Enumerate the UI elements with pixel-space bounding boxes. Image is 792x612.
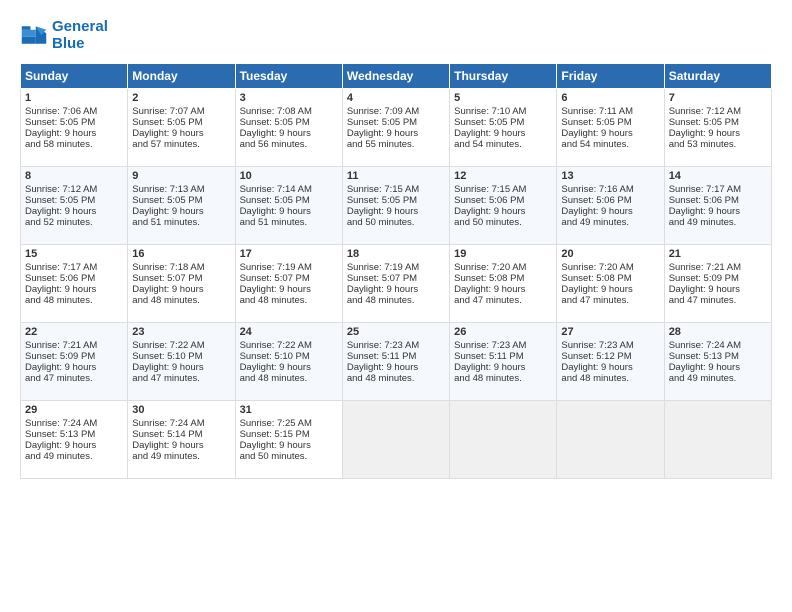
day-number: 13 (561, 170, 659, 182)
day-number: 6 (561, 92, 659, 104)
calendar-cell: 16Sunrise: 7:18 AMSunset: 5:07 PMDayligh… (128, 244, 235, 322)
day-number: 11 (347, 170, 445, 182)
calendar-cell (557, 400, 664, 478)
day-number: 15 (25, 248, 123, 260)
calendar-cell: 6Sunrise: 7:11 AMSunset: 5:05 PMDaylight… (557, 88, 664, 166)
calendar-cell (450, 400, 557, 478)
calendar-cell: 15Sunrise: 7:17 AMSunset: 5:06 PMDayligh… (21, 244, 128, 322)
calendar-cell: 8Sunrise: 7:12 AMSunset: 5:05 PMDaylight… (21, 166, 128, 244)
day-number: 22 (25, 326, 123, 338)
calendar-cell: 5Sunrise: 7:10 AMSunset: 5:05 PMDaylight… (450, 88, 557, 166)
day-number: 5 (454, 92, 552, 104)
day-number: 27 (561, 326, 659, 338)
calendar-cell: 3Sunrise: 7:08 AMSunset: 5:05 PMDaylight… (235, 88, 342, 166)
day-number: 16 (132, 248, 230, 260)
header-day-tuesday: Tuesday (235, 63, 342, 88)
day-number: 28 (669, 326, 767, 338)
calendar-cell: 7Sunrise: 7:12 AMSunset: 5:05 PMDaylight… (664, 88, 771, 166)
calendar-cell: 18Sunrise: 7:19 AMSunset: 5:07 PMDayligh… (342, 244, 449, 322)
day-number: 29 (25, 404, 123, 416)
calendar-cell: 28Sunrise: 7:24 AMSunset: 5:13 PMDayligh… (664, 322, 771, 400)
calendar-row: 22Sunrise: 7:21 AMSunset: 5:09 PMDayligh… (21, 322, 772, 400)
calendar-body: 1Sunrise: 7:06 AMSunset: 5:05 PMDaylight… (21, 88, 772, 478)
calendar-table: SundayMondayTuesdayWednesdayThursdayFrid… (20, 63, 772, 479)
calendar-cell (664, 400, 771, 478)
page: General Blue SundayMondayTuesdayWednesda… (0, 0, 792, 612)
header-day-saturday: Saturday (664, 63, 771, 88)
calendar-cell: 21Sunrise: 7:21 AMSunset: 5:09 PMDayligh… (664, 244, 771, 322)
day-number: 3 (240, 92, 338, 104)
day-number: 14 (669, 170, 767, 182)
calendar-cell: 9Sunrise: 7:13 AMSunset: 5:05 PMDaylight… (128, 166, 235, 244)
calendar-header-row: SundayMondayTuesdayWednesdayThursdayFrid… (21, 63, 772, 88)
header-day-sunday: Sunday (21, 63, 128, 88)
calendar-cell: 17Sunrise: 7:19 AMSunset: 5:07 PMDayligh… (235, 244, 342, 322)
calendar-cell: 12Sunrise: 7:15 AMSunset: 5:06 PMDayligh… (450, 166, 557, 244)
header-day-monday: Monday (128, 63, 235, 88)
day-number: 21 (669, 248, 767, 260)
calendar-cell: 25Sunrise: 7:23 AMSunset: 5:11 PMDayligh… (342, 322, 449, 400)
calendar-cell: 23Sunrise: 7:22 AMSunset: 5:10 PMDayligh… (128, 322, 235, 400)
calendar-cell: 14Sunrise: 7:17 AMSunset: 5:06 PMDayligh… (664, 166, 771, 244)
calendar-cell: 29Sunrise: 7:24 AMSunset: 5:13 PMDayligh… (21, 400, 128, 478)
logo: General Blue (20, 18, 108, 53)
calendar-cell: 27Sunrise: 7:23 AMSunset: 5:12 PMDayligh… (557, 322, 664, 400)
header-day-wednesday: Wednesday (342, 63, 449, 88)
calendar-row: 15Sunrise: 7:17 AMSunset: 5:06 PMDayligh… (21, 244, 772, 322)
day-number: 30 (132, 404, 230, 416)
calendar-row: 29Sunrise: 7:24 AMSunset: 5:13 PMDayligh… (21, 400, 772, 478)
day-number: 23 (132, 326, 230, 338)
calendar-cell: 26Sunrise: 7:23 AMSunset: 5:11 PMDayligh… (450, 322, 557, 400)
header-day-thursday: Thursday (450, 63, 557, 88)
day-number: 7 (669, 92, 767, 104)
calendar-row: 1Sunrise: 7:06 AMSunset: 5:05 PMDaylight… (21, 88, 772, 166)
calendar-cell: 19Sunrise: 7:20 AMSunset: 5:08 PMDayligh… (450, 244, 557, 322)
day-number: 12 (454, 170, 552, 182)
day-number: 10 (240, 170, 338, 182)
calendar-row: 8Sunrise: 7:12 AMSunset: 5:05 PMDaylight… (21, 166, 772, 244)
calendar-cell: 11Sunrise: 7:15 AMSunset: 5:05 PMDayligh… (342, 166, 449, 244)
calendar-cell: 30Sunrise: 7:24 AMSunset: 5:14 PMDayligh… (128, 400, 235, 478)
calendar-cell: 2Sunrise: 7:07 AMSunset: 5:05 PMDaylight… (128, 88, 235, 166)
day-number: 26 (454, 326, 552, 338)
calendar-cell: 10Sunrise: 7:14 AMSunset: 5:05 PMDayligh… (235, 166, 342, 244)
day-number: 2 (132, 92, 230, 104)
day-number: 17 (240, 248, 338, 260)
calendar-cell: 22Sunrise: 7:21 AMSunset: 5:09 PMDayligh… (21, 322, 128, 400)
calendar-cell: 13Sunrise: 7:16 AMSunset: 5:06 PMDayligh… (557, 166, 664, 244)
day-number: 20 (561, 248, 659, 260)
day-number: 9 (132, 170, 230, 182)
calendar-cell: 20Sunrise: 7:20 AMSunset: 5:08 PMDayligh… (557, 244, 664, 322)
calendar-cell: 31Sunrise: 7:25 AMSunset: 5:15 PMDayligh… (235, 400, 342, 478)
calendar-cell (342, 400, 449, 478)
day-number: 8 (25, 170, 123, 182)
calendar-cell: 24Sunrise: 7:22 AMSunset: 5:10 PMDayligh… (235, 322, 342, 400)
header-day-friday: Friday (557, 63, 664, 88)
day-number: 31 (240, 404, 338, 416)
logo-icon (20, 21, 48, 49)
day-number: 25 (347, 326, 445, 338)
day-number: 24 (240, 326, 338, 338)
logo-text: General Blue (52, 18, 108, 53)
calendar-cell: 1Sunrise: 7:06 AMSunset: 5:05 PMDaylight… (21, 88, 128, 166)
day-number: 1 (25, 92, 123, 104)
calendar-cell: 4Sunrise: 7:09 AMSunset: 5:05 PMDaylight… (342, 88, 449, 166)
day-number: 19 (454, 248, 552, 260)
day-number: 18 (347, 248, 445, 260)
header: General Blue (20, 18, 772, 53)
day-number: 4 (347, 92, 445, 104)
